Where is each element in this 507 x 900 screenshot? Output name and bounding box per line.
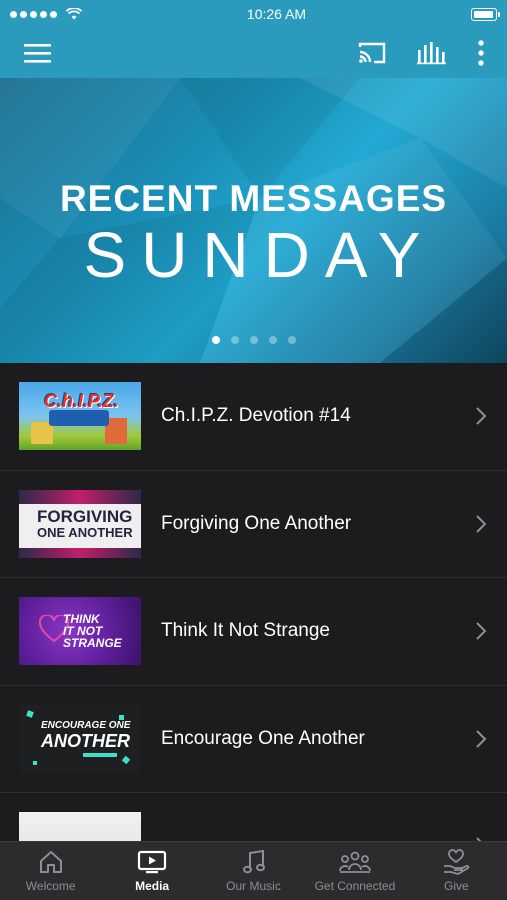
chevron-right-icon — [476, 730, 487, 748]
tab-welcome[interactable]: Welcome — [0, 842, 101, 900]
message-thumbnail: ENCOURAGE ONE ANOTHER — [19, 704, 141, 773]
tab-give[interactable]: Give — [406, 842, 507, 900]
hamburger-menu-icon — [24, 44, 51, 63]
tv-play-icon — [138, 850, 167, 874]
page-dot[interactable] — [249, 336, 258, 344]
tab-label: Welcome — [25, 879, 76, 893]
thumbnail-text: FORGIVING — [37, 506, 133, 526]
cast-icon — [358, 42, 386, 64]
chevron-right-icon — [476, 622, 487, 640]
audio-levels-button[interactable] — [417, 41, 447, 65]
vertical-ellipsis-icon — [478, 40, 484, 66]
more-options-button[interactable] — [477, 40, 485, 66]
carousel-page-indicator[interactable] — [0, 336, 507, 344]
hero-subtitle: SUNDAY — [83, 219, 436, 291]
message-title: Think It Not Strange — [161, 620, 330, 642]
message-title: Ch.I.P.Z. Devotion #14 — [161, 405, 351, 427]
tab-label: Get Connected — [314, 879, 396, 893]
tab-label: Give — [443, 879, 469, 893]
thumbnail-text: ANOTHER — [41, 730, 130, 751]
tab-media[interactable]: Media — [101, 842, 202, 900]
message-list[interactable]: C.h.I.P.Z. Ch.I.P.Z. Devotion #14 FORGIV… — [0, 363, 507, 841]
message-thumbnail: FORGIVING ONE ANOTHER — [19, 489, 141, 558]
list-item[interactable]: ENCOURAGE ONE ANOTHER Encourage One Anot… — [0, 686, 507, 793]
heart-hand-icon — [444, 849, 470, 875]
chevron-right-icon — [476, 515, 487, 533]
hero-title: RECENT MESSAGES — [59, 178, 448, 219]
cellular-signal-icon — [10, 8, 82, 20]
message-thumbnail: THINK IT NOT STRANGE — [19, 597, 141, 666]
message-title: Encourage One Another — [161, 727, 365, 749]
hero-carousel[interactable]: RECENT MESSAGES SUNDAY — [0, 78, 507, 363]
page-dot[interactable] — [230, 336, 239, 344]
chevron-right-icon — [476, 407, 487, 425]
thumbnail-text: ONE ANOTHER — [37, 524, 133, 540]
message-title: Forgiving One Another — [161, 512, 352, 534]
cast-button[interactable] — [357, 41, 387, 65]
tab-label: Our Music — [226, 879, 281, 893]
music-note-icon — [242, 849, 265, 874]
status-time: 10:26 AM — [246, 6, 307, 22]
page-dot[interactable] — [211, 336, 220, 344]
page-dot[interactable] — [268, 336, 277, 344]
tab-get-connected[interactable]: Get Connected — [304, 842, 405, 900]
tab-label: Media — [135, 879, 170, 893]
message-thumbnail: C.h.I.P.Z. — [19, 382, 141, 451]
list-item[interactable] — [0, 793, 507, 841]
battery-level — [474, 10, 493, 18]
home-icon — [39, 851, 62, 873]
wifi-icon — [66, 8, 82, 20]
thumbnail-text: ENCOURAGE ONE — [41, 719, 131, 731]
status-bar: 10:26 AM — [0, 0, 507, 28]
list-item[interactable]: THINK IT NOT STRANGE Think It Not Strang… — [0, 578, 507, 686]
list-item[interactable]: FORGIVING ONE ANOTHER Forgiving One Anot… — [0, 471, 507, 578]
page-dot[interactable] — [287, 336, 296, 344]
message-thumbnail — [19, 812, 141, 841]
bottom-tab-bar: Welcome Media Our Music Get Connected Gi… — [0, 841, 507, 900]
battery-icon — [471, 7, 500, 21]
top-navbar — [0, 28, 507, 78]
thumbnail-text: C.h.I.P.Z. — [44, 391, 119, 412]
list-item[interactable]: C.h.I.P.Z. Ch.I.P.Z. Devotion #14 — [0, 363, 507, 471]
menu-button[interactable] — [24, 42, 52, 64]
thumbnail-text: STRANGE — [63, 636, 122, 651]
people-icon — [339, 851, 371, 873]
tab-our-music[interactable]: Our Music — [203, 842, 304, 900]
equalizer-icon — [417, 42, 446, 65]
